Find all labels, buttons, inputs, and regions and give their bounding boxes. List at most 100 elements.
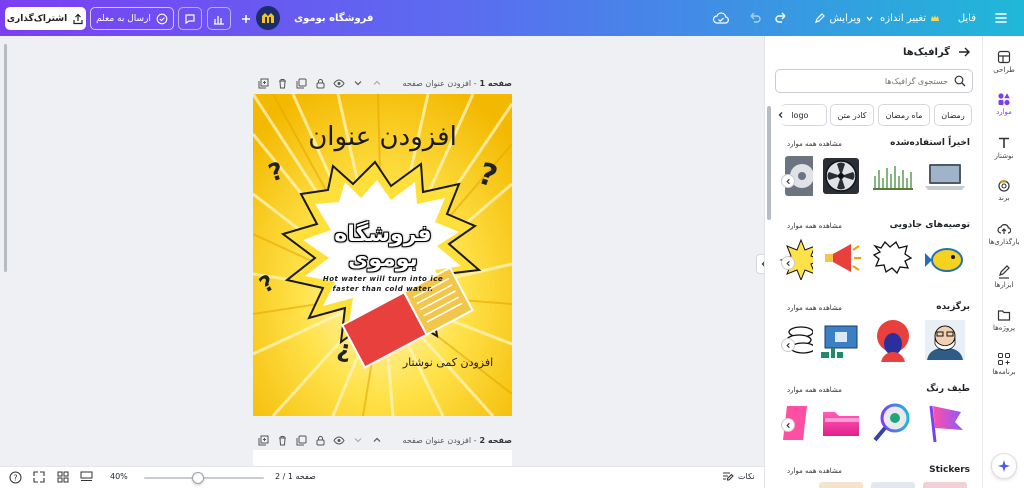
flag-thumbnail[interactable] bbox=[923, 400, 967, 444]
chip-ramadan-month[interactable]: ماه رمضان bbox=[878, 104, 930, 126]
zoom-level[interactable]: 40% bbox=[110, 472, 128, 481]
graphics-search-box[interactable] bbox=[775, 69, 973, 93]
laptop-thumbnail[interactable] bbox=[923, 154, 967, 198]
page1-title[interactable]: صفحه 1 - افزودن عنوان صفحه bbox=[403, 79, 512, 88]
rail-label-design: طراحی bbox=[993, 66, 1015, 74]
duplicate-page-icon[interactable] bbox=[294, 76, 308, 90]
see-all-featured[interactable]: مشاهده همه موارد bbox=[787, 304, 842, 312]
upload-cloud-icon bbox=[997, 222, 1011, 236]
back-arrow-icon[interactable] bbox=[958, 46, 970, 58]
duplicate-page-icon[interactable] bbox=[294, 433, 308, 447]
document-title-text: فروشگاه بوموی bbox=[294, 12, 374, 24]
add-collaborator-button[interactable] bbox=[236, 7, 256, 30]
draw-icon bbox=[997, 265, 1011, 279]
fish-thumbnail[interactable] bbox=[923, 236, 967, 280]
notes-button[interactable]: نکات bbox=[722, 470, 755, 482]
design-body-text[interactable]: Hot water will turn into ice faster than… bbox=[319, 274, 447, 294]
share-label: اشتراک‌گذاری bbox=[6, 13, 68, 24]
delete-page-icon[interactable] bbox=[275, 433, 289, 447]
page2-title[interactable]: صفحه 2 - افزودن عنوان صفحه bbox=[403, 436, 512, 445]
hide-page-icon[interactable] bbox=[332, 433, 346, 447]
grass-thumbnail[interactable] bbox=[871, 154, 915, 198]
canvas-scrollbar[interactable] bbox=[4, 44, 7, 272]
sticker-thumbnail[interactable] bbox=[871, 482, 915, 488]
help-icon[interactable]: ? bbox=[9, 471, 22, 484]
design-page-1[interactable]: افزودن عنوان فروشگاه بوموی Hot water wil… bbox=[253, 94, 512, 416]
design-subtext[interactable]: افزودن کمی نوشتار bbox=[393, 356, 503, 369]
afro-thumbnail[interactable] bbox=[871, 318, 915, 362]
lock-page-icon[interactable] bbox=[313, 76, 327, 90]
page1-toolbar: صفحه 1 - افزودن عنوان صفحه bbox=[256, 76, 512, 90]
recent-scroll-left[interactable] bbox=[781, 174, 795, 188]
pages-view-icon[interactable] bbox=[80, 471, 93, 483]
magic-scroll-left[interactable] bbox=[781, 256, 795, 270]
see-all-stickers[interactable]: مشاهده همه موارد bbox=[787, 467, 842, 475]
magic-assistant-button[interactable] bbox=[991, 453, 1017, 479]
rail-item-apps[interactable]: برنامه‌ها bbox=[983, 352, 1024, 376]
resize-button[interactable]: تغییر اندازه bbox=[880, 0, 940, 36]
folder-gradient-thumbnail[interactable] bbox=[819, 400, 863, 444]
delete-page-icon[interactable] bbox=[275, 76, 289, 90]
team-logo-icon bbox=[260, 11, 276, 25]
chip-ramadan[interactable]: رمضان bbox=[934, 104, 972, 126]
sparkle-icon bbox=[997, 459, 1011, 473]
document-title[interactable]: فروشگاه بوموی bbox=[294, 0, 373, 36]
featured-scroll-left[interactable] bbox=[781, 338, 795, 352]
hide-page-icon[interactable] bbox=[332, 76, 346, 90]
grid-view-icon[interactable] bbox=[57, 471, 69, 483]
see-all-magic[interactable]: مشاهده همه موارد bbox=[787, 222, 842, 230]
rail-item-tools[interactable]: ابزارها bbox=[983, 265, 1024, 289]
zoom-slider-handle[interactable] bbox=[192, 472, 204, 484]
rail-label-projects: پروژه‌ها bbox=[992, 324, 1016, 332]
cloud-save-status[interactable] bbox=[712, 0, 730, 36]
lock-page-icon[interactable] bbox=[313, 433, 327, 447]
magnifier-thumbnail[interactable] bbox=[871, 400, 915, 444]
sticker-thumbnail[interactable] bbox=[923, 482, 967, 488]
design-heading[interactable]: افزودن عنوان bbox=[253, 122, 512, 152]
comments-button[interactable] bbox=[178, 7, 202, 30]
add-page-icon[interactable] bbox=[256, 433, 270, 447]
rail-item-uploads[interactable]: بارگذاری‌ها bbox=[983, 222, 1024, 246]
undo-button[interactable] bbox=[748, 0, 762, 36]
rail-item-elements[interactable]: موارد bbox=[983, 92, 1024, 116]
chevron-down-icon[interactable] bbox=[351, 433, 365, 447]
rail-item-design[interactable]: طراحی bbox=[983, 50, 1024, 74]
design-page-2[interactable] bbox=[253, 450, 512, 466]
rail-label-uploads: بارگذاری‌ها bbox=[988, 238, 1020, 246]
file-menu[interactable]: فایل bbox=[958, 0, 976, 36]
insights-button[interactable] bbox=[207, 7, 231, 30]
page2-title-placeholder: - افزودن عنوان صفحه bbox=[402, 435, 477, 445]
gradient-scroll-left[interactable] bbox=[781, 418, 795, 432]
chevron-up-icon[interactable] bbox=[370, 76, 384, 90]
zoom-slider-track[interactable] bbox=[144, 477, 264, 479]
chips-scroll-left[interactable] bbox=[773, 107, 789, 123]
chip-text-frame[interactable]: کادر متن bbox=[830, 104, 874, 126]
panel-scrollbar[interactable] bbox=[767, 106, 771, 220]
rail-item-text[interactable]: نوشتار bbox=[983, 136, 1024, 160]
pencil-icon bbox=[814, 12, 826, 24]
rail-item-projects[interactable]: پروژه‌ها bbox=[983, 308, 1024, 332]
rail-item-brand[interactable]: برند bbox=[983, 178, 1024, 202]
share-button[interactable]: اشتراک‌گذاری bbox=[5, 7, 86, 30]
fullscreen-icon[interactable] bbox=[33, 471, 45, 483]
megaphone-thumbnail[interactable] bbox=[819, 236, 863, 280]
folder-icon bbox=[997, 308, 1011, 322]
chart-screen-thumbnail[interactable] bbox=[819, 318, 863, 362]
chevron-up-icon[interactable] bbox=[370, 433, 384, 447]
see-all-gradient[interactable]: مشاهده همه موارد bbox=[787, 386, 842, 394]
see-all-recent[interactable]: مشاهده همه موارد bbox=[787, 140, 842, 148]
team-avatar[interactable] bbox=[256, 6, 280, 30]
edit-mode-button[interactable]: ویرایش bbox=[814, 0, 874, 36]
send-to-teacher-button[interactable]: ارسال به معلم bbox=[90, 7, 174, 30]
menu-button[interactable] bbox=[994, 0, 1008, 36]
sticker-thumbnail[interactable] bbox=[819, 482, 863, 488]
fan-thumbnail[interactable] bbox=[819, 154, 863, 198]
graphics-search-input[interactable] bbox=[788, 76, 948, 86]
page-indicator[interactable]: صفحه 1 / 2 bbox=[275, 472, 316, 481]
speech-burst-thumbnail[interactable] bbox=[871, 236, 915, 280]
redo-button[interactable] bbox=[774, 0, 788, 36]
design-brand-text[interactable]: فروشگاه بوموی bbox=[303, 222, 463, 272]
add-page-icon[interactable] bbox=[256, 76, 270, 90]
chevron-down-icon[interactable] bbox=[351, 76, 365, 90]
man-portrait-thumbnail[interactable] bbox=[923, 318, 967, 362]
